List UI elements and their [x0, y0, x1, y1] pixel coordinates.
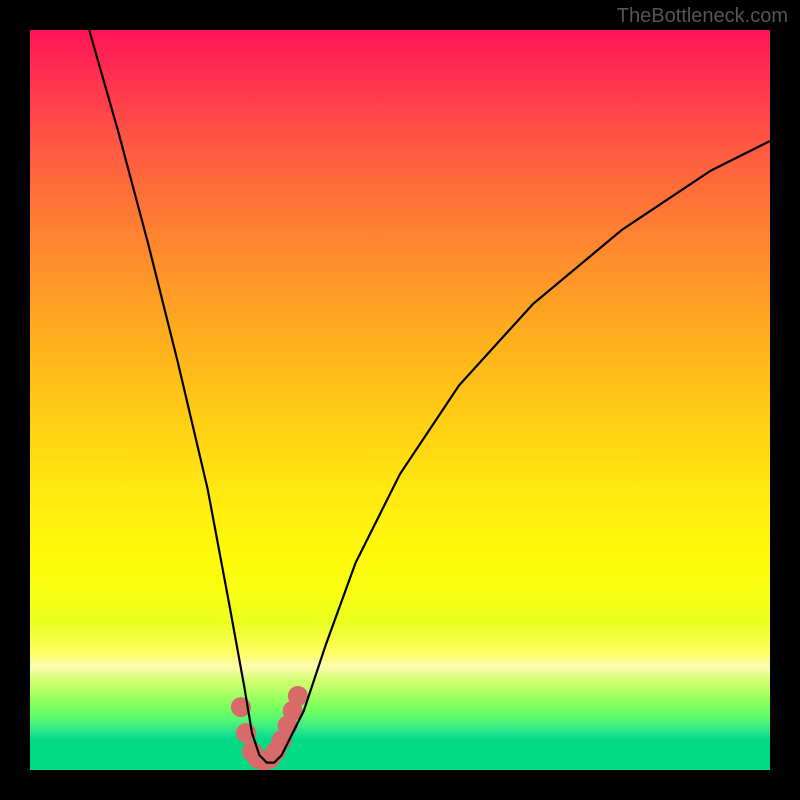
- chart-svg: [30, 30, 770, 770]
- chart-container: TheBottleneck.com: [0, 0, 800, 800]
- plot-area: [30, 30, 770, 770]
- highlight-marker: [288, 686, 308, 706]
- main-curve: [89, 30, 770, 763]
- watermark-text: TheBottleneck.com: [617, 5, 788, 28]
